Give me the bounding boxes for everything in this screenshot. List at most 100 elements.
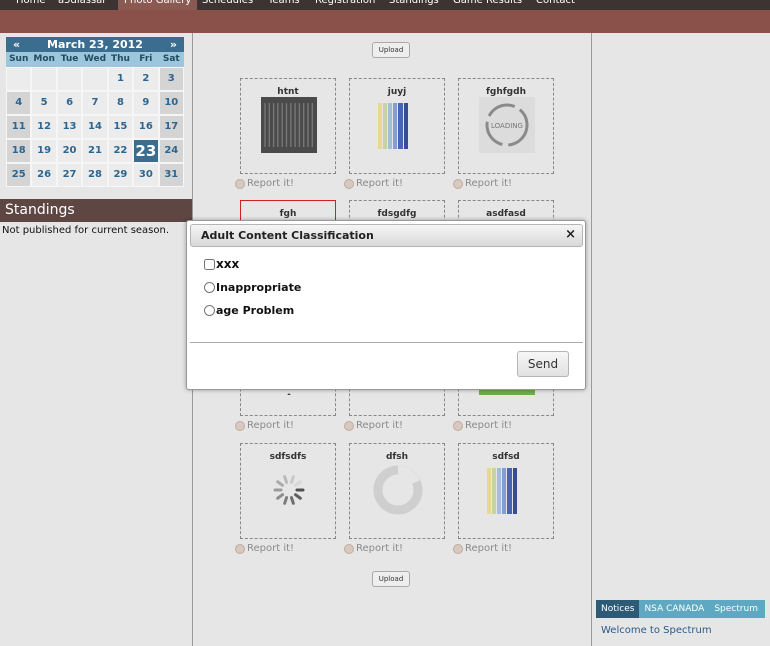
svg-text:LOADING: LOADING [491,122,523,130]
calendar-day[interactable]: 27 [56,163,83,187]
calendar-day[interactable]: 9 [133,91,159,115]
nav-home[interactable]: Home [10,0,52,10]
photo-thumbnail[interactable] [370,462,426,518]
calendar-day[interactable]: 10 [158,91,184,115]
calendar-day[interactable]: 13 [56,115,83,139]
nav-contact[interactable]: Contact [530,0,581,10]
upload-button-bottom[interactable]: Upload [372,571,410,587]
calendar-day[interactable]: 28 [82,163,108,187]
nav-registration[interactable]: Registration [309,0,381,10]
photo-thumbnail[interactable] [261,97,317,153]
report-link[interactable]: Report it! [235,178,294,189]
calendar-day[interactable]: 23 [133,139,159,163]
flag-icon [235,543,245,554]
calendar-day[interactable]: 31 [158,163,184,187]
report-link[interactable]: Report it! [235,543,294,554]
flag-icon [344,543,354,554]
calendar-day[interactable]: 21 [82,139,108,163]
flag-icon [344,420,354,431]
calendar-day[interactable]: 20 [56,139,83,163]
photo-title: juyj [387,87,407,97]
calendar-day[interactable]: 19 [31,139,57,163]
nav-photo-gallery[interactable]: Photo Gallery [118,0,198,10]
weekday-label: Wed [83,54,107,64]
calendar-day[interactable]: 3 [158,67,184,91]
dialog-title: Adult Content Classification [201,229,374,242]
flag-icon [344,178,354,189]
calendar-empty-cell [31,67,57,91]
calendar-weekdays: Sun Mon Tue Wed Thu Fri Sat [6,52,184,67]
photo-card[interactable]: sdfsdfs [240,443,336,539]
calendar-day[interactable]: 14 [82,115,108,139]
photo-title: asdfasd [486,209,526,219]
photo-thumbnail[interactable] [479,462,535,518]
calendar-day[interactable]: 24 [158,139,184,163]
photo-card[interactable]: fghfgdh LOADING [458,78,554,174]
report-link[interactable]: Report it! [344,178,403,189]
calendar-day[interactable]: 30 [133,163,159,187]
calendar-day[interactable]: 25 [6,163,32,187]
left-column: « March 23, 2012 » Sun Mon Tue Wed Thu F… [0,33,193,646]
tab-spectrum[interactable]: Spectrum [709,600,763,618]
calendar-day[interactable]: 12 [31,115,57,139]
xxx-checkbox[interactable] [204,258,215,270]
weekday-label: Sat [162,54,180,64]
report-link[interactable]: Report it! [235,420,294,431]
photo-card[interactable]: sdfsd [458,443,554,539]
calendar-day[interactable]: 22 [107,139,134,163]
send-button[interactable]: Send [517,351,569,377]
tab-notices[interactable]: Notices [596,600,640,618]
report-link[interactable]: Report it! [453,543,512,554]
standings-message: Not published for current season. [2,225,170,236]
photo-card[interactable]: htnt [240,78,336,174]
inappropriate-radio[interactable] [204,282,215,293]
calendar: « March 23, 2012 » Sun Mon Tue Wed Thu F… [6,37,184,187]
photo-title: sdfsd [492,452,520,462]
option-xxx[interactable]: xxx [204,257,239,271]
tab-nsa-canada[interactable]: NSA CANADA [639,600,709,618]
calendar-day[interactable]: 1 [107,67,134,91]
photo-thumbnail[interactable] [261,462,317,518]
calendar-day[interactable]: 15 [107,115,134,139]
close-icon[interactable]: × [565,227,576,242]
calendar-day[interactable]: 11 [6,115,32,139]
report-link[interactable]: Report it! [453,420,512,431]
calendar-empty-cell [6,67,32,91]
calendar-day[interactable]: 16 [133,115,159,139]
calendar-next-button[interactable]: » [170,38,177,51]
calendar-day[interactable]: 8 [107,91,134,115]
calendar-day[interactable]: 5 [31,91,57,115]
report-label: Report it! [247,420,295,431]
weekday-label: Thu [110,54,130,64]
upload-button-top[interactable]: Upload [372,42,410,58]
calendar-day[interactable]: 6 [56,91,83,115]
calendar-day[interactable]: 29 [107,163,134,187]
flag-icon [453,543,463,554]
dialog-divider [190,342,583,343]
calendar-day[interactable]: 18 [6,139,32,163]
calendar-prev-button[interactable]: « [13,38,20,51]
nav-schedules[interactable]: Schedules [196,0,259,10]
nav-standings[interactable]: Standings [383,0,445,10]
calendar-day[interactable]: 2 [133,67,159,91]
calendar-day[interactable]: 4 [6,91,32,115]
report-label: Report it! [465,543,513,554]
calendar-day[interactable]: 7 [82,91,108,115]
report-link[interactable]: Report it! [344,543,403,554]
calendar-day[interactable]: 26 [31,163,57,187]
nav-a5dlassar[interactable]: a5dlassar [52,0,112,10]
option-inappropriate[interactable]: Inappropriate [204,281,301,294]
nav-teams[interactable]: Teams [262,0,306,10]
photo-card[interactable]: juyj [349,78,445,174]
age-problem-radio[interactable] [204,305,215,316]
photo-title: sdfsdfs [269,452,307,462]
report-link[interactable]: Report it! [453,178,512,189]
nav-game-results[interactable]: Game Results [447,0,528,10]
photo-thumbnail[interactable] [370,97,426,153]
photo-thumbnail[interactable]: LOADING [479,97,535,153]
report-link[interactable]: Report it! [344,420,403,431]
option-age-problem[interactable]: age Problem [204,304,294,317]
calendar-day[interactable]: 17 [158,115,184,139]
weekday-label: Sun [9,54,29,64]
photo-card[interactable]: dfsh [349,443,445,539]
